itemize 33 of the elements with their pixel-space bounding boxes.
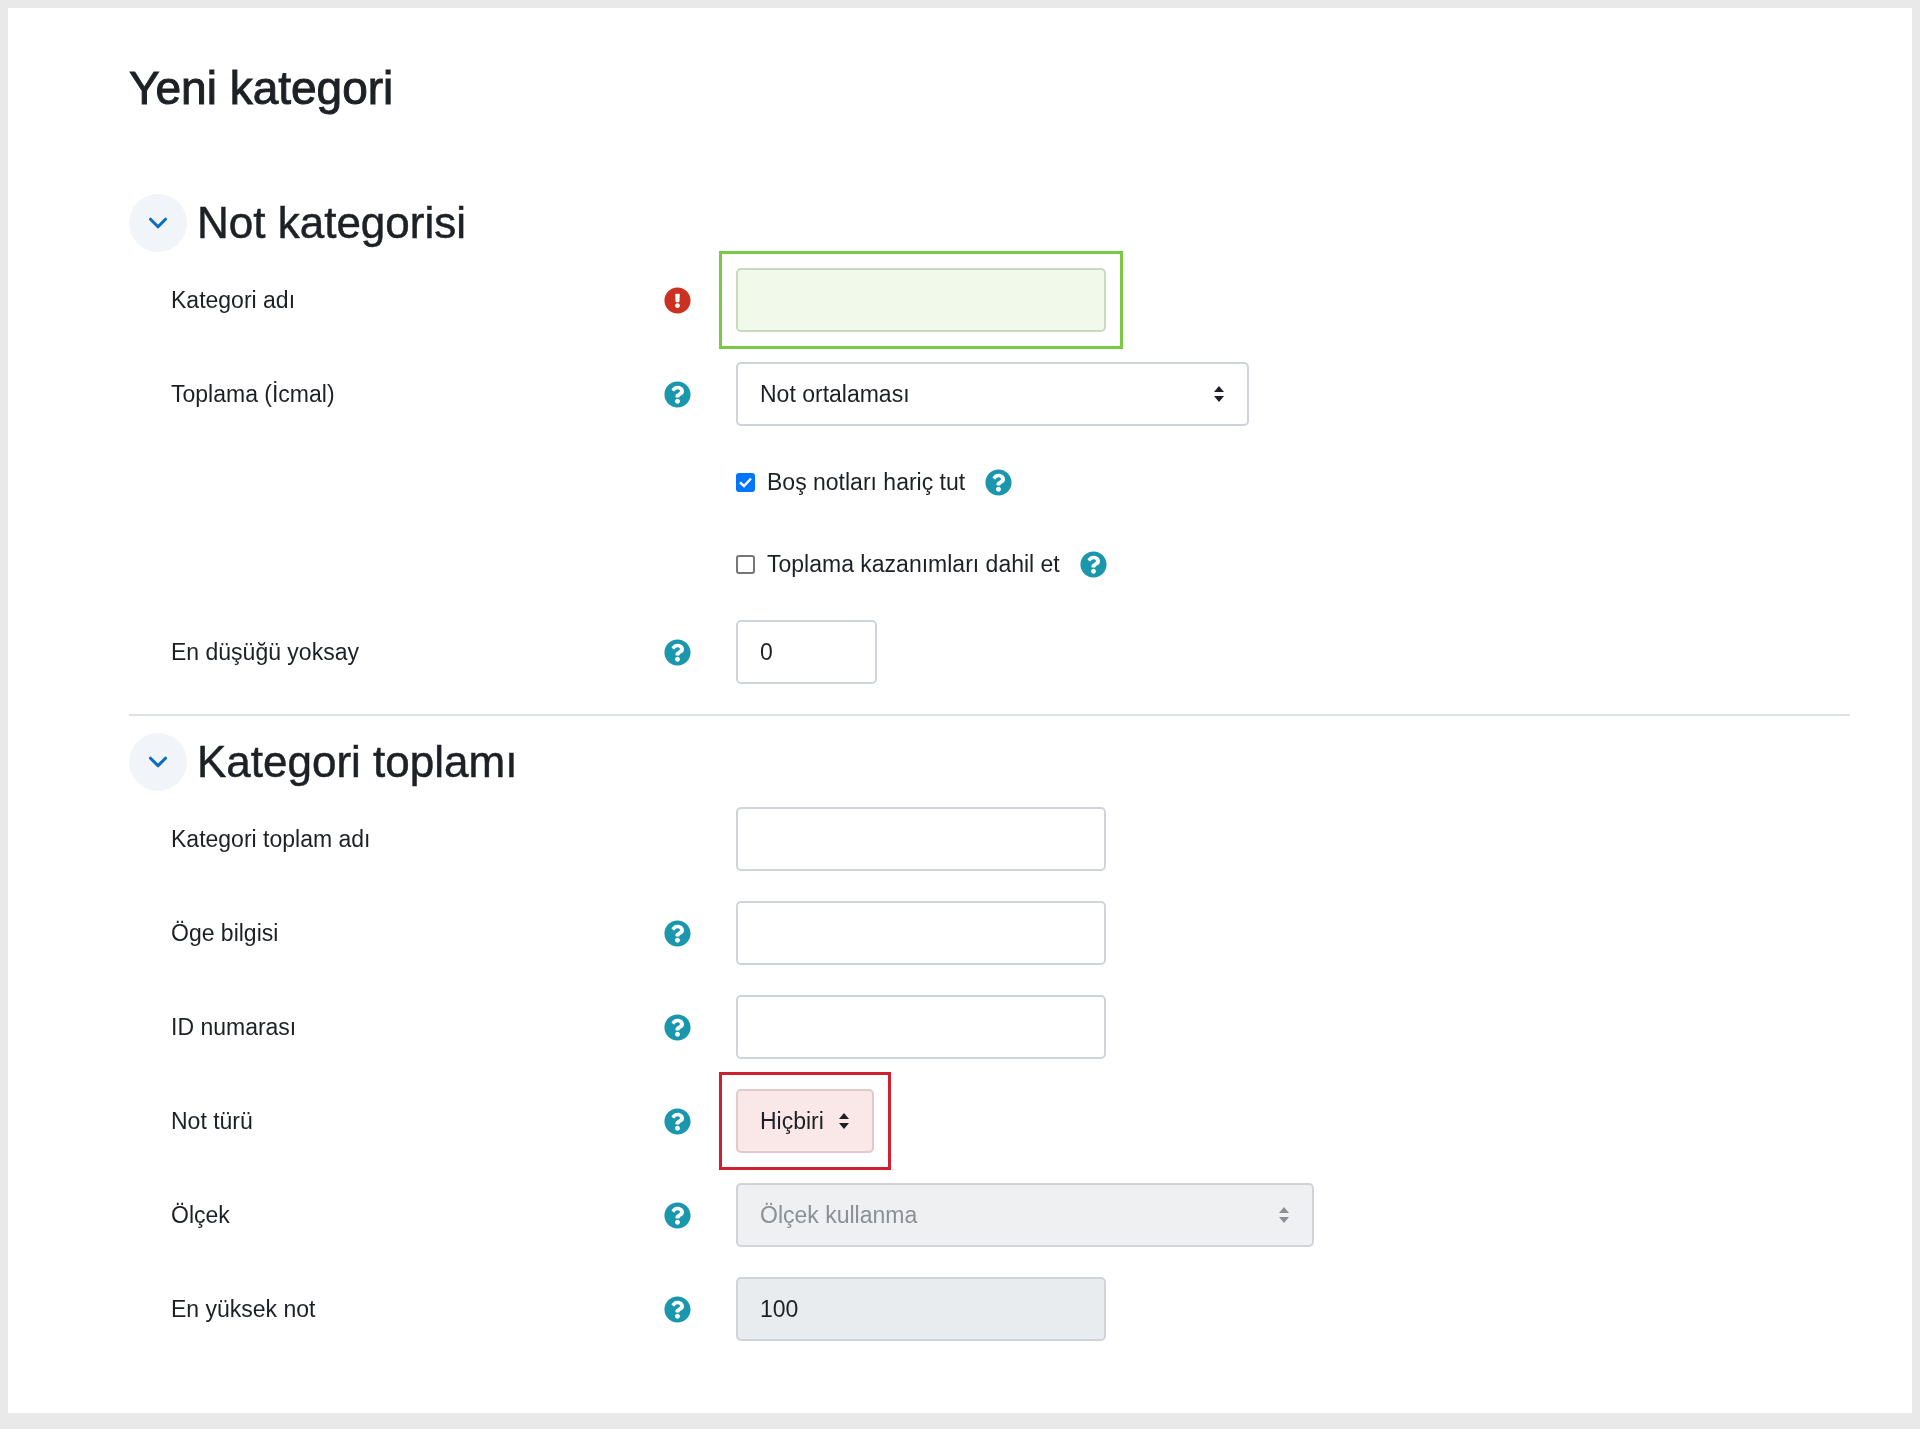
text-field[interactable] xyxy=(736,995,1106,1059)
caret-icon xyxy=(1213,385,1225,403)
field-label: Kategori toplam adı xyxy=(171,825,372,854)
field-label: En yüksek not xyxy=(171,1295,317,1324)
help-icon[interactable] xyxy=(663,1107,691,1135)
caret-icon xyxy=(1278,1206,1290,1224)
help-icon[interactable] xyxy=(1079,550,1107,578)
section-title: Not kategorisi xyxy=(197,197,466,249)
field-label: Toplama (İcmal) xyxy=(171,380,336,409)
field-label: ID numarası xyxy=(171,1013,298,1042)
text-field[interactable] xyxy=(736,268,1106,332)
select-dropdown[interactable]: Not ortalaması xyxy=(736,362,1249,426)
text-field[interactable] xyxy=(736,807,1106,871)
help-icon[interactable] xyxy=(663,638,691,666)
caret-icon xyxy=(837,1112,850,1130)
help-icon[interactable] xyxy=(663,919,691,947)
field-label: Ölçek xyxy=(171,1201,231,1230)
help-icon[interactable] xyxy=(663,380,691,408)
checkbox-label: Toplama kazanımları dahil et xyxy=(767,550,1060,578)
checkbox[interactable] xyxy=(736,554,755,574)
checkbox-label: Boş notları hariç tut xyxy=(767,468,966,496)
select-dropdown[interactable]: Hiçbiri xyxy=(736,1089,874,1153)
field-label: Öge bilgisi xyxy=(171,919,280,948)
text-field[interactable] xyxy=(736,901,1106,965)
field-label: En düşüğü yoksay xyxy=(171,638,360,667)
text-field[interactable]: 0 xyxy=(736,620,877,684)
field-label: Not türü xyxy=(171,1107,254,1136)
help-icon[interactable] xyxy=(985,468,1013,496)
help-icon[interactable] xyxy=(663,1013,691,1041)
section-title: Kategori toplamı xyxy=(197,736,518,788)
page-title: Yeni kategori xyxy=(129,61,395,116)
field-label: Kategori adı xyxy=(171,286,297,315)
checkbox[interactable] xyxy=(736,472,755,492)
